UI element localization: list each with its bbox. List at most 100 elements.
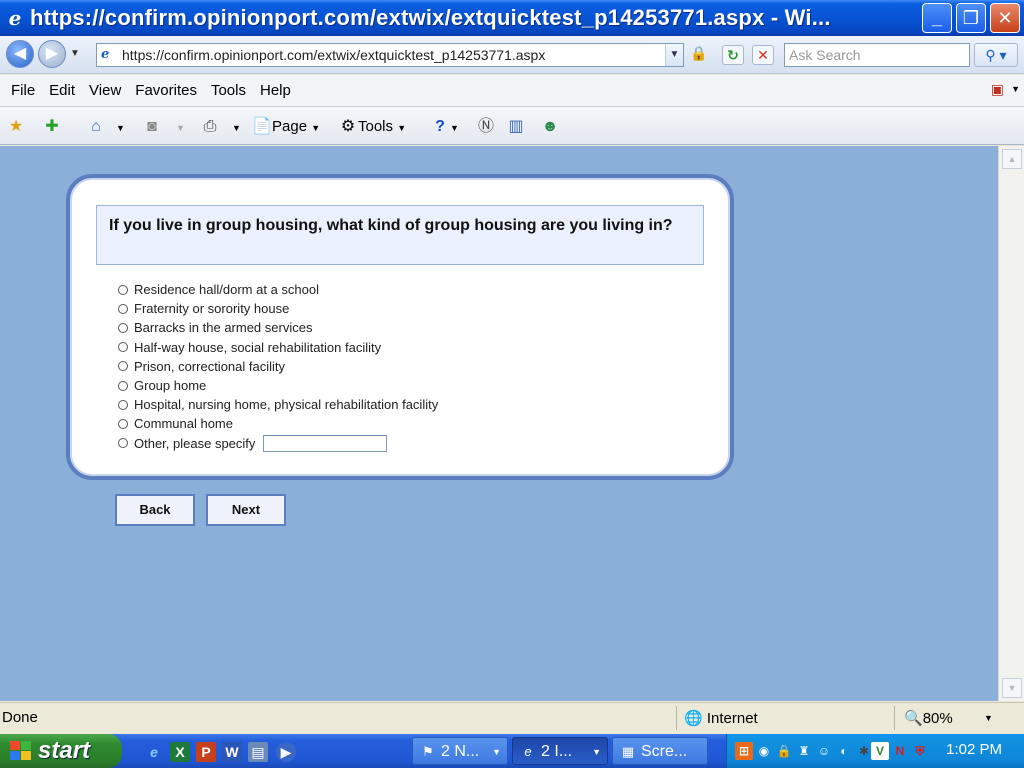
quicklaunch-media-icon[interactable]: ▶ (276, 742, 296, 762)
option-group-home[interactable]: Group home (118, 376, 438, 395)
tray-security-icon[interactable]: ♜ (795, 742, 813, 760)
radio-button[interactable] (118, 399, 128, 410)
quicklaunch-explorer-icon[interactable]: ▤ (248, 742, 268, 762)
tray-n-icon[interactable]: N (891, 742, 909, 760)
radio-button[interactable] (118, 303, 128, 314)
quicklaunch-ie-icon[interactable]: e (144, 742, 164, 762)
menu-help[interactable]: Help (257, 82, 294, 99)
menu-view[interactable]: View (86, 82, 124, 99)
radio-button[interactable] (118, 380, 128, 391)
option-other[interactable]: Other, please specify (118, 434, 438, 453)
search-input[interactable]: Ask Search (784, 43, 970, 67)
option-label[interactable]: Communal home (134, 416, 233, 431)
page-favicon-icon: e (101, 47, 110, 62)
home-dropdown-icon[interactable]: ▼ (116, 116, 125, 138)
clock[interactable]: 1:02 PM (946, 741, 1002, 758)
other-specify-input[interactable] (263, 434, 388, 452)
back-button[interactable]: Back (115, 494, 195, 526)
forward-nav-button[interactable]: ▶ (38, 40, 66, 68)
print-icon[interactable]: ⎙ (200, 116, 220, 138)
vertical-scrollbar[interactable]: ▲ ▼ (998, 146, 1024, 701)
add-favorite-icon[interactable]: ✚ (42, 116, 62, 138)
scroll-up-icon[interactable]: ▲ (1002, 149, 1022, 169)
tray-network-icon[interactable]: ◉ (755, 742, 773, 760)
toolbar-extension-dropdown-icon[interactable]: ▼ (1011, 84, 1020, 94)
tray-lock-icon[interactable]: 🔒 (775, 742, 793, 760)
tray-app-icon[interactable]: ⊞ (735, 742, 753, 760)
tray-vc-icon[interactable]: V (871, 742, 889, 760)
close-button[interactable]: ✕ (990, 3, 1020, 33)
options-list: Residence hall/dorm at a school Fraterni… (118, 280, 438, 453)
help-icon[interactable]: ? ▼ (430, 116, 459, 138)
task-button-2[interactable]: e 2 I... ▼ (512, 737, 608, 765)
tools-menu-button[interactable]: ⚙ Tools ▼ (338, 116, 406, 138)
option-label[interactable]: Fraternity or sorority house (134, 301, 289, 316)
radio-button[interactable] (118, 361, 128, 372)
option-label[interactable]: Residence hall/dorm at a school (134, 282, 319, 297)
start-button[interactable]: start (0, 734, 122, 768)
radio-button[interactable] (118, 322, 128, 333)
rss-dropdown-icon[interactable]: ▼ (176, 116, 185, 138)
radio-button[interactable] (118, 342, 128, 353)
security-zone[interactable]: 🌐 Internet (684, 709, 758, 727)
quicklaunch-excel-icon[interactable]: X (170, 742, 190, 762)
address-url[interactable]: https://confirm.opinionport.com/extwix/e… (122, 47, 545, 63)
maximize-button[interactable]: ❐ (956, 3, 986, 33)
option-halfway-house[interactable]: Half-way house, social rehabilitation fa… (118, 338, 438, 357)
option-label[interactable]: Group home (134, 378, 206, 393)
zoom-dropdown-icon[interactable]: ▼ (984, 713, 993, 723)
address-dropdown-icon[interactable]: ▼ (665, 44, 683, 66)
address-input[interactable]: e https://confirm.opinionport.com/extwix… (96, 43, 684, 67)
zoom-level[interactable]: 🔍80% (904, 709, 953, 727)
status-divider (894, 706, 895, 730)
option-residence-hall[interactable]: Residence hall/dorm at a school (118, 280, 438, 299)
menu-favorites[interactable]: Favorites (132, 82, 200, 99)
tray-shield-icon[interactable]: ⛨ (911, 742, 929, 760)
option-fraternity[interactable]: Fraternity or sorority house (118, 299, 438, 318)
next-button[interactable]: Next (206, 494, 286, 526)
radio-button[interactable] (118, 418, 128, 429)
option-prison[interactable]: Prison, correctional facility (118, 357, 438, 376)
recent-pages-dropdown-icon[interactable]: ▼ (70, 48, 80, 59)
radio-button[interactable] (118, 284, 128, 295)
back-nav-button[interactable]: ◀ (6, 40, 34, 68)
tray-user-icon[interactable]: ☺ (815, 742, 833, 760)
messenger-icon[interactable]: ☻ (540, 116, 560, 138)
task-button-3[interactable]: ▦ Scre... (612, 737, 708, 765)
toolbar-extension-icon[interactable]: ▣ (991, 81, 1004, 98)
radio-button[interactable] (118, 438, 128, 449)
option-label[interactable]: Barracks in the armed services (134, 320, 312, 335)
stop-button[interactable]: ✕ (752, 45, 774, 65)
task-button-1[interactable]: ⚑ 2 N... ▼ (412, 737, 508, 765)
rss-feed-icon[interactable]: ◙ (142, 116, 162, 138)
minimize-button[interactable]: _ (922, 3, 952, 33)
search-button[interactable]: ⚲ ▾ (974, 43, 1018, 67)
home-icon[interactable]: ⌂ (86, 116, 106, 138)
question-text: If you live in group housing, what kind … (109, 217, 673, 234)
taskbar: start e X P W ▤ ▶ ⚑ 2 N... ▼ e 2 I... ▼ … (0, 734, 1024, 768)
option-barracks[interactable]: Barracks in the armed services (118, 318, 438, 337)
option-hospital[interactable]: Hospital, nursing home, physical rehabil… (118, 395, 438, 414)
tools-menu-label: Tools (358, 118, 394, 135)
refresh-button[interactable]: ↻ (722, 45, 744, 65)
menu-tools[interactable]: Tools (208, 82, 249, 99)
option-label[interactable]: Hospital, nursing home, physical rehabil… (134, 397, 438, 412)
quicklaunch-word-icon[interactable]: W (222, 742, 242, 762)
menu-edit[interactable]: Edit (46, 82, 78, 99)
scroll-down-icon[interactable]: ▼ (1002, 678, 1022, 698)
option-label[interactable]: Half-way house, social rehabilitation fa… (134, 340, 381, 355)
menu-file[interactable]: File (8, 82, 38, 99)
tray-speaker-icon[interactable]: ◐ (835, 742, 853, 760)
option-label[interactable]: Other, please specify (134, 436, 255, 451)
start-label: start (38, 737, 91, 764)
option-communal-home[interactable]: Communal home (118, 414, 438, 433)
research-icon[interactable]: Ⓝ (476, 116, 496, 138)
option-label[interactable]: Prison, correctional facility (134, 359, 285, 374)
status-divider (676, 706, 677, 730)
favorites-star-icon[interactable]: ★ (6, 116, 26, 138)
lock-icon[interactable]: 🔒 (688, 45, 710, 65)
page-menu-button[interactable]: 📄Page ▼ (252, 116, 320, 138)
print-dropdown-icon[interactable]: ▼ (232, 116, 241, 138)
quicklaunch-powerpoint-icon[interactable]: P (196, 742, 216, 762)
reading-icon[interactable]: ▥ (506, 116, 526, 138)
